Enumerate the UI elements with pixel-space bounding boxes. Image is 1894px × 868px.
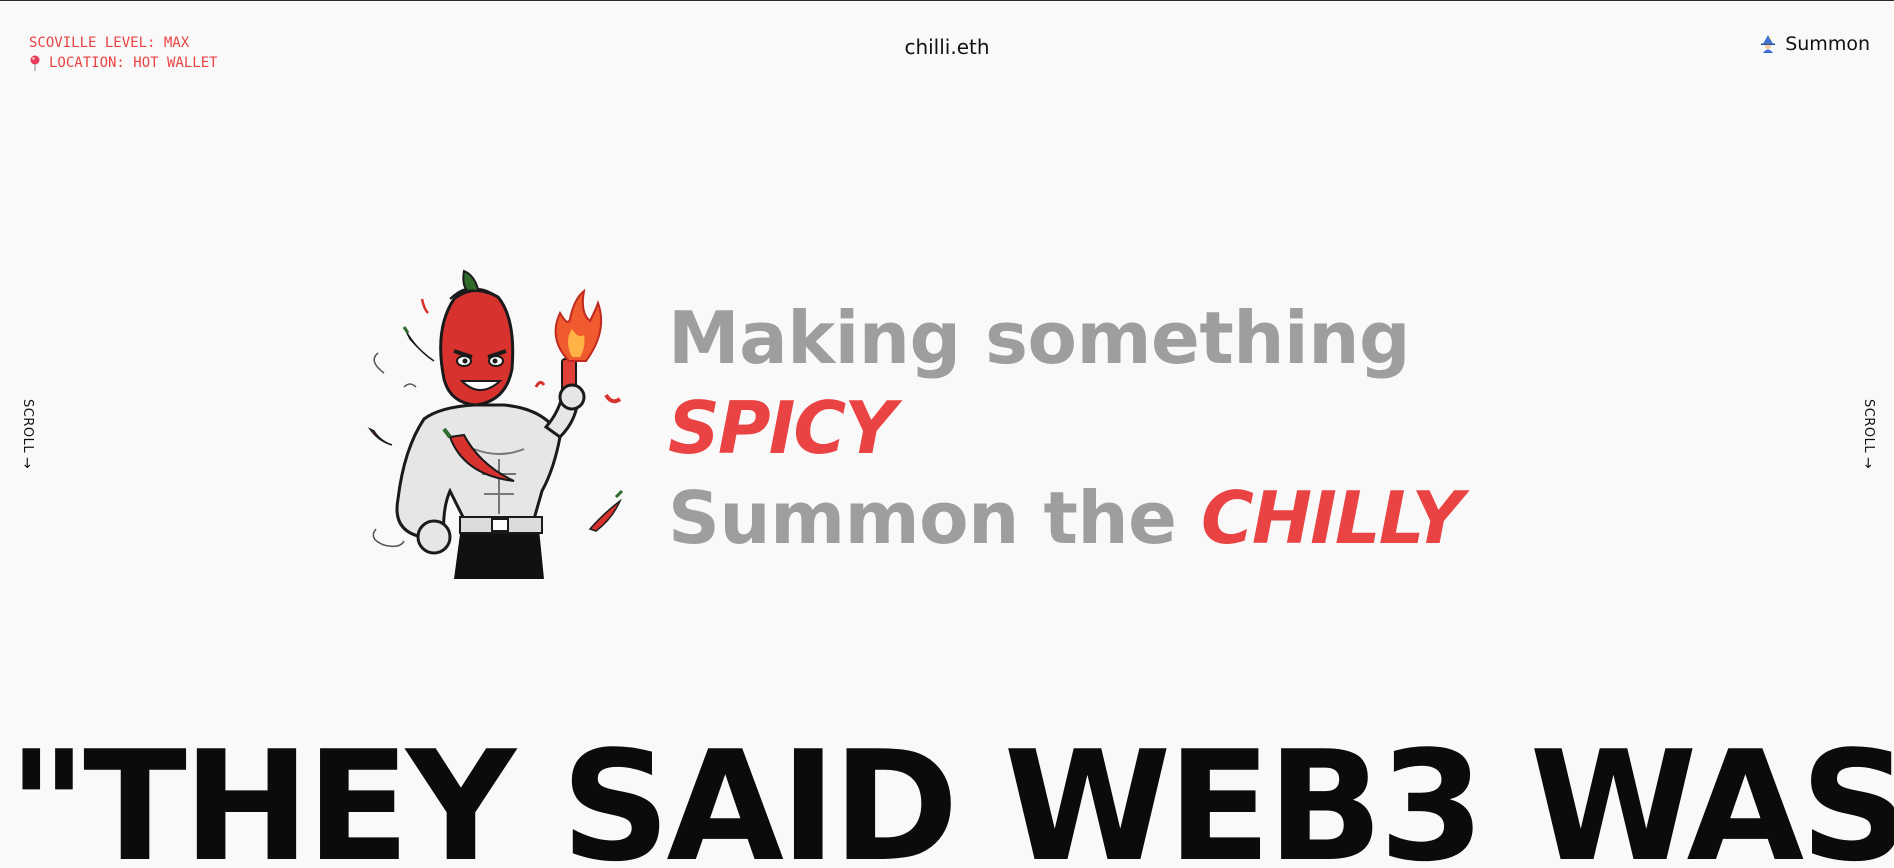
quote-headline: "THEY SAID WEB3 WAS [8, 718, 1894, 868]
headline-line-1: Making something [668, 296, 1410, 380]
page: SCOVILLE LEVEL: MAX LOCATION: HOT WALLET… [0, 0, 1894, 868]
hero-headline: Making something SPICY Summon the CHILLY [668, 293, 1464, 563]
scroll-indicator-right[interactable]: SCROLL ↓ [1861, 399, 1876, 471]
headline-line-3-prefix: Summon the [668, 476, 1202, 560]
chili-mascot-illustration [367, 269, 624, 579]
scroll-label: SCROLL [1861, 399, 1876, 454]
scroll-indicator-left[interactable]: SCROLL ↓ [20, 399, 35, 471]
headline-line-3: Summon the CHILLY [668, 473, 1464, 563]
wizard-icon [1761, 35, 1776, 53]
hero-section: Making something SPICY Summon the CHILLY [364, 269, 1464, 579]
arrow-down-icon: ↓ [1862, 456, 1875, 473]
headline-chilly: CHILLY [1201, 476, 1464, 560]
summon-button[interactable]: Summon [1759, 33, 1870, 55]
scroll-label: SCROLL [20, 399, 35, 454]
headline-spicy: SPICY [668, 386, 896, 470]
arrow-down-icon: ↓ [21, 456, 34, 473]
summon-label: Summon [1785, 33, 1870, 55]
site-title[interactable]: chilli.eth [0, 35, 1894, 59]
